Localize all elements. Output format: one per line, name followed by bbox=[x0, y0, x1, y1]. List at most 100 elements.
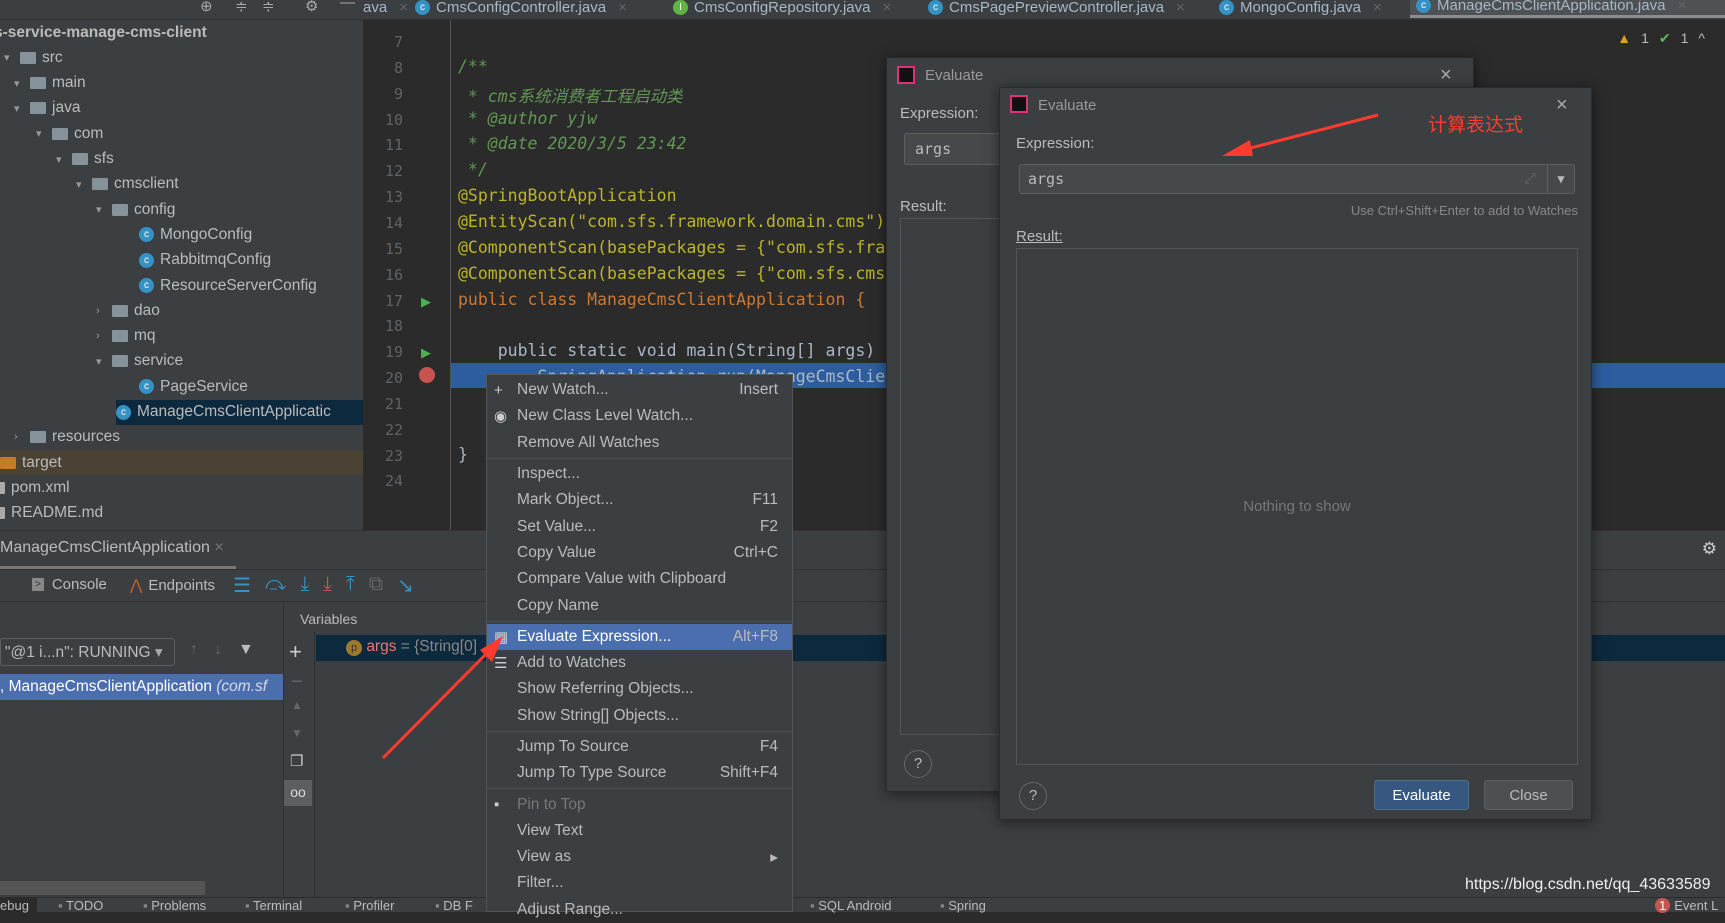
menu-item[interactable]: ◉ New Class Level Watch... bbox=[487, 403, 792, 429]
menu-item[interactable]: Show String[] Objects... bbox=[487, 703, 792, 729]
tree-node[interactable]: ▾ sfs bbox=[56, 147, 114, 172]
tree-node[interactable]: › mq bbox=[96, 324, 156, 349]
menu-item[interactable]: + New Watch... Insert bbox=[487, 377, 792, 403]
tree-node[interactable]: c MongoConfig bbox=[139, 222, 252, 247]
tab-cms-page-preview-controller[interactable]: c CmsPagePreviewController.java × bbox=[928, 0, 1185, 18]
code-line[interactable]: @ComponentScan(basePackages = {"com.sfs.… bbox=[458, 264, 885, 283]
step-into-icon[interactable]: ⤓ bbox=[300, 573, 309, 598]
close-icon[interactable]: × bbox=[618, 0, 627, 16]
event-log-button[interactable]: 1 Event L bbox=[1655, 898, 1718, 913]
code-line[interactable]: public static void main(String[] args) bbox=[458, 341, 876, 360]
step-out-icon[interactable]: ⤒ bbox=[346, 573, 355, 598]
code-line[interactable]: */ bbox=[458, 160, 488, 179]
chevron-icon[interactable]: ▾ bbox=[56, 153, 66, 166]
code-line[interactable]: * cms系统消费者工程启动类 bbox=[458, 83, 683, 107]
thread-select[interactable]: "@1 i...n": RUNNING ▾ bbox=[0, 638, 175, 666]
evaluate-button[interactable]: Evaluate bbox=[1374, 780, 1469, 810]
tree-node[interactable]: › dao bbox=[96, 298, 160, 323]
close-icon[interactable]: × bbox=[1176, 0, 1185, 16]
tree-node[interactable]: ▾ config bbox=[96, 197, 175, 222]
step-over-icon[interactable]: ⤼ bbox=[265, 573, 286, 598]
tree-node[interactable]: target bbox=[0, 450, 363, 476]
menu-item[interactable]: ▦ Evaluate Expression... Alt+F8 bbox=[487, 623, 792, 650]
tab-cms-config-controller[interactable]: c CmsConfigController.java × bbox=[415, 0, 627, 18]
run-to-cursor-icon[interactable]: ↘ bbox=[397, 573, 414, 598]
close-icon[interactable]: × bbox=[1556, 94, 1568, 117]
plus-icon[interactable]: + bbox=[289, 639, 314, 665]
run-icon[interactable]: ▶ bbox=[421, 294, 431, 310]
code-line[interactable]: * @date 2020/3/5 23:42 bbox=[458, 134, 687, 153]
tab-manage-cms-client-application[interactable]: c ManageCmsClientApplication.java × bbox=[1410, 0, 1725, 18]
force-step-into-icon[interactable]: ⤓ bbox=[323, 573, 332, 598]
history-dropdown-icon[interactable]: ▼ bbox=[1547, 165, 1574, 193]
tab-cms-config-repository[interactable]: I CmsConfigRepository.java × bbox=[673, 0, 891, 18]
tree-node[interactable]: ▾ main bbox=[14, 71, 86, 96]
menu-item[interactable]: ☰ Add to Watches bbox=[487, 650, 792, 676]
code-line[interactable]: /** bbox=[458, 57, 488, 76]
chevron-icon[interactable]: ▾ bbox=[36, 127, 46, 140]
menu-item[interactable]: Remove All Watches bbox=[487, 430, 792, 456]
tree-node[interactable]: ▾ cmsclient bbox=[76, 172, 179, 197]
tree-node[interactable]: ▾ service bbox=[96, 349, 183, 374]
tool-window-button[interactable]: ▪ Terminal bbox=[245, 898, 302, 913]
menu-item[interactable]: Inspect... bbox=[487, 461, 792, 487]
close-icon[interactable]: × bbox=[1677, 0, 1686, 14]
close-icon[interactable]: × bbox=[882, 0, 891, 16]
menu-item[interactable]: Jump To Type Source Shift+F4 bbox=[487, 760, 792, 786]
tree-node[interactable]: c PageService bbox=[139, 374, 248, 399]
frame-item[interactable]: , ManageCmsClientApplication (com.sf bbox=[0, 674, 283, 700]
endpoints-tab[interactable]: ⋀ Endpoints bbox=[130, 576, 215, 595]
chevron-icon[interactable]: ▾ bbox=[4, 51, 14, 64]
code-line[interactable]: public class ManageCmsClientApplication … bbox=[458, 290, 865, 309]
tree-node[interactable]: c ResourceServerConfig bbox=[139, 273, 317, 298]
menu-item[interactable]: Set Value... F2 bbox=[487, 513, 792, 539]
menu-item[interactable]: Filter... bbox=[487, 870, 792, 896]
expression-input[interactable]: args bbox=[904, 133, 1004, 165]
glasses-icon[interactable]: oo bbox=[284, 780, 312, 806]
tree-node[interactable]: ▾ java bbox=[14, 96, 80, 121]
chevron-icon[interactable]: ▾ bbox=[14, 102, 24, 115]
collapse-all-icon[interactable]: ≑ bbox=[262, 0, 275, 15]
gear-icon[interactable]: ⚙ bbox=[1702, 539, 1717, 559]
code-line[interactable]: * @author yjw bbox=[458, 109, 597, 128]
chevron-icon[interactable]: ▾ bbox=[76, 178, 86, 191]
target-icon[interactable]: ⊕ bbox=[200, 0, 213, 15]
code-line[interactable]: @SpringBootApplication bbox=[458, 186, 677, 205]
hide-icon[interactable]: — bbox=[340, 0, 355, 11]
tree-node[interactable]: pom.xml bbox=[0, 475, 70, 500]
tab-mongo-config[interactable]: c MongoConfig.java × bbox=[1219, 0, 1382, 18]
menu-item[interactable]: ▪ Pin to Top bbox=[487, 791, 792, 817]
tree-node[interactable]: ▾ src bbox=[4, 45, 63, 70]
tool-window-button[interactable]: ▪ DB F bbox=[435, 898, 473, 913]
expression-input[interactable]: args ⤢ ▼ bbox=[1019, 164, 1575, 194]
code-line[interactable]: @ComponentScan(basePackages = {"com.sfs.… bbox=[458, 238, 885, 257]
chevron-icon[interactable]: ▾ bbox=[14, 77, 24, 90]
tree-node[interactable]: ▾ com bbox=[36, 121, 103, 146]
menu-item[interactable]: View Text bbox=[487, 818, 792, 844]
menu-item[interactable]: Copy Value Ctrl+C bbox=[487, 540, 792, 566]
console-tab[interactable]: > Console bbox=[32, 576, 107, 593]
close-icon[interactable]: × bbox=[214, 539, 223, 556]
menu-item[interactable]: Copy Name bbox=[487, 592, 792, 618]
close-button[interactable]: Close bbox=[1484, 780, 1573, 810]
expand-icon[interactable]: ⤢ bbox=[1524, 169, 1536, 187]
tool-window-button[interactable]: ebug bbox=[0, 898, 37, 913]
menu-item[interactable]: View as ▸ bbox=[487, 844, 792, 870]
minus-icon[interactable]: − bbox=[291, 671, 314, 694]
tree-node[interactable]: README.md bbox=[0, 501, 103, 526]
menu-item[interactable]: Adjust Range... bbox=[487, 897, 792, 923]
help-icon[interactable]: ? bbox=[1019, 782, 1047, 810]
menu-item[interactable]: Mark Object... F11 bbox=[487, 487, 792, 513]
menu-item[interactable]: Jump To Source F4 bbox=[487, 734, 792, 760]
arrow-down-icon[interactable]: ↓ bbox=[214, 641, 222, 659]
tool-window-button[interactable]: ▪ TODO bbox=[58, 898, 103, 913]
drop-frame-icon[interactable]: ⧉ bbox=[369, 573, 383, 598]
expand-all-icon[interactable]: ≑ bbox=[235, 0, 248, 15]
tree-node[interactable]: s-service-manage-cms-client bbox=[0, 20, 207, 45]
horizontal-scrollbar[interactable] bbox=[0, 881, 205, 895]
chevron-icon[interactable]: › bbox=[14, 431, 24, 443]
close-icon[interactable]: × bbox=[1440, 64, 1452, 87]
tab-ava[interactable]: ava × bbox=[363, 0, 408, 18]
close-icon[interactable]: × bbox=[1373, 0, 1382, 16]
menu-icon[interactable]: ☰ bbox=[233, 573, 251, 598]
